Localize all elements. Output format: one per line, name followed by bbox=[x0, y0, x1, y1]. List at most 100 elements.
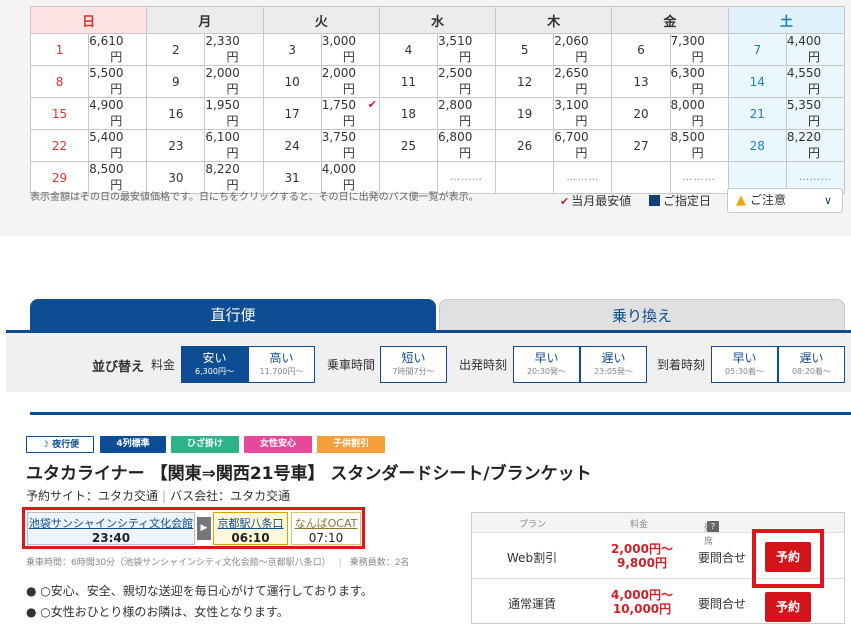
calendar-day-number: 22 bbox=[29, 129, 90, 162]
tab-direct[interactable]: 直行便 bbox=[30, 299, 436, 331]
calendar-day-price[interactable]: 2,330円 bbox=[204, 33, 264, 66]
help-icon[interactable]: ? bbox=[707, 521, 719, 532]
calendar-day-price[interactable]: 3,100円 bbox=[553, 97, 613, 130]
moon-icon: ☽ bbox=[40, 440, 53, 450]
reserve-button-web[interactable]: 予約 bbox=[765, 542, 811, 572]
arrival-stop-namba[interactable]: なんばOCAT 07:10 bbox=[291, 512, 361, 545]
calendar-day-price[interactable]: 5,400円 bbox=[88, 129, 148, 162]
calendar-day-number: 21 bbox=[727, 97, 787, 130]
calendar-day-number: 20 bbox=[611, 97, 671, 130]
calendar-day-number: 5 bbox=[495, 33, 555, 66]
calendar-day-number: 6 bbox=[611, 33, 671, 66]
weekday-fri: 金 bbox=[611, 6, 729, 34]
calendar-day-price[interactable]: 6,300円 bbox=[669, 65, 729, 98]
calendar-day-number: 3 bbox=[262, 33, 322, 66]
calendar-day-number: 18 bbox=[378, 97, 438, 130]
calendar-week-row: 8 5,500円 9 2,000円 10 2,000円 11 2,500円 12 2,650円 13… bbox=[29, 65, 846, 98]
calendar-day-price[interactable]: 5,500円 bbox=[88, 65, 148, 98]
bus-sites: 予約サイト：ユタカ交通 | バス会社：ユタカ交通 bbox=[26, 489, 291, 503]
tab-transfer[interactable]: 乗り換え bbox=[439, 299, 845, 331]
sort-ride-short-button[interactable]: 短い 7時間7分〜 bbox=[380, 346, 447, 383]
lowest-price-check-icon: ✔ bbox=[367, 98, 377, 111]
calendar-day-number bbox=[495, 161, 555, 194]
calendar-day-number: 12 bbox=[495, 65, 555, 98]
calendar-day-price[interactable]: 2,800円 bbox=[436, 97, 497, 130]
fare-calendar: 日 月 火 水 木 金 土 1 6,610円 2 2,330円 3 3,000円 4 3,51… bbox=[29, 6, 846, 194]
calendar-day-price[interactable]: 2,060円 bbox=[553, 33, 613, 66]
calendar-day-number: 16 bbox=[146, 97, 206, 130]
departure-stop[interactable]: 池袋サンシャインシティ文化会館 23:40 bbox=[27, 512, 195, 545]
weekday-sat: 土 bbox=[727, 6, 846, 34]
badge-4row: 4列標準 bbox=[100, 436, 166, 453]
calendar-empty-cell: ……… bbox=[553, 161, 613, 194]
calendar-day-price[interactable]: 5,350円 bbox=[785, 97, 846, 130]
calendar-day-price[interactable]: 2,000円 bbox=[320, 65, 380, 98]
sort-ride-label: 乗車時間 bbox=[327, 358, 376, 372]
calendar-day-price[interactable]: 3,750円 bbox=[320, 129, 380, 162]
calendar-week-row: 15 4,900円 16 1,950円 17 1,750円 ✔ 18 2,800円 19 3,100… bbox=[29, 97, 846, 130]
calendar-day-number: 13 bbox=[611, 65, 671, 98]
calendar-day-number: 11 bbox=[378, 65, 438, 98]
calendar-day-number: 8 bbox=[29, 65, 90, 98]
calendar-day-number: 26 bbox=[495, 129, 555, 162]
calendar-day-number: 1 bbox=[29, 33, 90, 66]
legend-lowest: ✔ 当月最安値 bbox=[560, 194, 632, 208]
calendar-day-price[interactable]: 4,900円 bbox=[88, 97, 148, 130]
calendar-day-number: 19 bbox=[495, 97, 555, 130]
sort-price-cheap-button[interactable]: 安い 6,300円〜 bbox=[181, 346, 248, 383]
calendar-day-price[interactable]: 4,550円 bbox=[785, 65, 846, 98]
sort-dep-early-button[interactable]: 早い 20:30発〜 bbox=[513, 346, 580, 383]
sort-title: 並び替え bbox=[92, 360, 145, 375]
calendar-note: 表示金額はその日の最安値価格です。日にちをクリックすると、その日に出発のバス便一… bbox=[30, 192, 479, 203]
calendar-day-number: 15 bbox=[29, 97, 90, 130]
calendar-day-number: 10 bbox=[262, 65, 322, 98]
calendar-day-price[interactable]: 1,950円 bbox=[204, 97, 264, 130]
calendar-day-price[interactable]: 6,100円 bbox=[204, 129, 264, 162]
calendar-day-price[interactable]: 3,510円 bbox=[436, 33, 497, 66]
calendar-day-price[interactable]: 2,650円 bbox=[553, 65, 613, 98]
weekday-thu: 木 bbox=[495, 6, 613, 34]
calendar-day-number: 25 bbox=[378, 129, 438, 162]
bus-title: ユタカライナー 【関東⇒関西21号車】 スタンダードシート/ブランケット bbox=[26, 464, 592, 484]
weekday-wed: 水 bbox=[378, 6, 497, 34]
sort-dep-late-button[interactable]: 遅い 23:05発〜 bbox=[580, 346, 647, 383]
calendar-day-price[interactable]: 8,220円 bbox=[785, 129, 846, 162]
calendar-day-price[interactable]: 6,700円 bbox=[553, 129, 613, 162]
sort-arr-late-button[interactable]: 遅い 08:20着〜 bbox=[778, 346, 845, 383]
calendar-day-number: 7 bbox=[727, 33, 787, 66]
calendar-day-price[interactable]: 2,000円 bbox=[204, 65, 264, 98]
calendar-day-price[interactable]: 6,800円 bbox=[436, 129, 497, 162]
calendar-day-price[interactable]: 8,000円 bbox=[669, 97, 729, 130]
weekday-mon: 月 bbox=[146, 6, 264, 34]
calendar-day-price[interactable]: 2,500円 bbox=[436, 65, 497, 98]
calendar-day-number: 14 bbox=[727, 65, 787, 98]
calendar-day-price[interactable]: 8,500円 bbox=[669, 129, 729, 162]
legend-selected: ご指定日 bbox=[649, 192, 711, 209]
caution-dropdown[interactable]: ▲ ご注意 ∨ bbox=[727, 188, 843, 213]
sort-arr-early-button[interactable]: 早い 05:30着〜 bbox=[711, 346, 778, 383]
calendar-day-number: 2 bbox=[146, 33, 206, 66]
sort-price-high-button[interactable]: 高い 11,700円〜 bbox=[248, 346, 315, 383]
calendar-day-price[interactable]: 7,300円 bbox=[669, 33, 729, 66]
weekday-tue: 火 bbox=[262, 6, 380, 34]
calendar-day-price[interactable]: 4,400円 bbox=[785, 33, 846, 66]
badge-child: 子供割引 bbox=[317, 436, 385, 453]
ride-info: 乗車時間：6時間30分（池袋サンシャインシティ文化会館〜京都駅八条口） | 乗務員数… bbox=[26, 558, 410, 568]
weekday-sun: 日 bbox=[29, 6, 148, 34]
calendar-day-price[interactable]: 3,000円 bbox=[320, 33, 380, 66]
badge-blanket: ひざ掛け bbox=[171, 436, 239, 453]
sort-price-label: 料金 bbox=[151, 358, 176, 372]
calendar-day-price[interactable]: 1,750円 ✔ bbox=[320, 97, 380, 130]
calendar-week-row: 22 5,400円 23 6,100円 24 3,750円 25 6,800円 26 6,700円… bbox=[29, 129, 846, 162]
calendar-week-row: 1 6,610円 2 2,330円 3 3,000円 4 3,510円 5 2,060円 6 7,30… bbox=[29, 33, 846, 66]
chevron-down-icon: ∨ bbox=[823, 194, 832, 207]
calendar-day-number bbox=[611, 161, 671, 194]
reserve-button-normal[interactable]: 予約 bbox=[765, 592, 811, 622]
check-icon: ✔ bbox=[560, 195, 570, 208]
warning-icon: ▲ bbox=[736, 193, 746, 208]
arrival-stop-kyoto[interactable]: 京都駅八条口 06:10 bbox=[213, 512, 288, 545]
badge-women: 女性安心 bbox=[244, 436, 312, 453]
calendar-day-number: 27 bbox=[611, 129, 671, 162]
calendar-day-price[interactable]: 6,610円 bbox=[88, 33, 148, 66]
calendar-section: 日 月 火 水 木 金 土 1 6,610円 2 2,330円 3 3,000円 4 3,51… bbox=[0, 0, 851, 236]
